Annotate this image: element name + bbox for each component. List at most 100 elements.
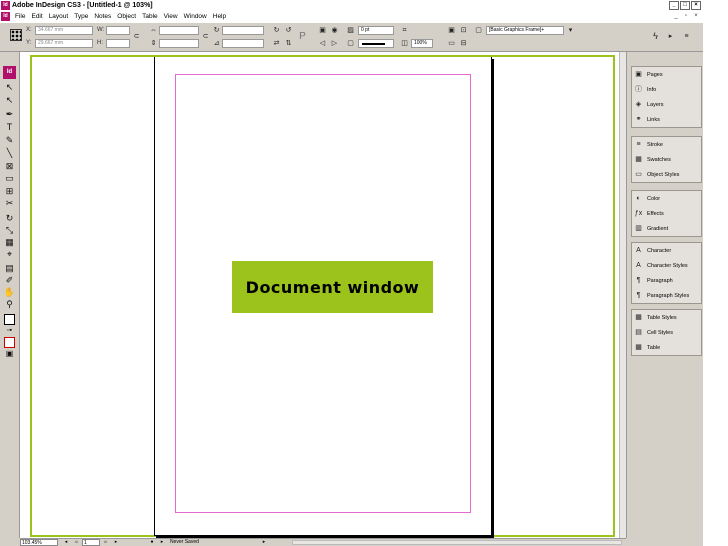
free-transform-tool-icon[interactable]: ⌖ bbox=[3, 249, 16, 260]
menu-window[interactable]: Window bbox=[181, 11, 210, 22]
panel-stroke[interactable]: ≡ Stroke bbox=[632, 137, 701, 152]
panel-links[interactable]: ⚭ Links bbox=[632, 112, 701, 127]
apply-none-icon[interactable] bbox=[4, 337, 15, 348]
panel-table[interactable]: ▦ Table bbox=[632, 340, 701, 355]
constrain-scale-icon[interactable]: ⊂ bbox=[201, 32, 210, 41]
menu-layout[interactable]: Layout bbox=[46, 11, 72, 22]
opacity-field[interactable]: 100% bbox=[411, 39, 433, 48]
note-tool-icon[interactable]: ▤ bbox=[3, 263, 16, 274]
fill-proportionally-icon[interactable]: ⊟ bbox=[459, 39, 468, 48]
scissors-tool-icon[interactable]: ✂ bbox=[3, 198, 16, 209]
menu-object[interactable]: Object bbox=[114, 11, 139, 22]
rotation-field[interactable] bbox=[222, 26, 264, 35]
lightning-icon[interactable]: ϟ bbox=[651, 32, 660, 41]
height-field[interactable] bbox=[106, 39, 130, 48]
flip-horizontal-icon[interactable]: ⇄ bbox=[272, 39, 281, 48]
formatting-toggle-icon[interactable]: ▫▪ bbox=[3, 325, 16, 336]
tools-panel-header[interactable] bbox=[0, 52, 20, 66]
fill-swatch-icon[interactable] bbox=[4, 314, 15, 325]
doc-restore-button[interactable]: ▫ bbox=[682, 12, 690, 20]
doc-close-button[interactable]: × bbox=[692, 12, 700, 20]
panel-swatches[interactable]: ▦ Swatches bbox=[632, 152, 701, 167]
rotate-cw-icon[interactable]: ↻ bbox=[272, 26, 281, 35]
selection-tool-icon[interactable]: ↖ bbox=[3, 82, 16, 93]
panel-pages[interactable]: ▣ Pages bbox=[632, 67, 701, 82]
stroke-type-dropdown[interactable] bbox=[358, 39, 394, 48]
last-page-icon[interactable]: ▸ bbox=[112, 539, 120, 546]
menu-table[interactable]: Table bbox=[139, 11, 161, 22]
gradient-tool-icon[interactable]: ▦ bbox=[3, 237, 16, 248]
status-menu-icon[interactable]: ▸ bbox=[260, 539, 268, 546]
panel-menu-icon[interactable]: ▸ bbox=[666, 32, 675, 41]
rotate-tool-icon[interactable]: ↻ bbox=[3, 213, 16, 224]
panel-options-icon[interactable]: ≡ bbox=[682, 32, 691, 41]
select-next-icon[interactable]: ▷ bbox=[330, 39, 339, 48]
scale-x-field[interactable] bbox=[159, 26, 199, 35]
line-tool-icon[interactable]: ╲ bbox=[3, 148, 16, 159]
reference-point-icon[interactable] bbox=[10, 29, 22, 41]
open-icon[interactable]: ▸ bbox=[158, 539, 166, 546]
document-icon[interactable]: Id bbox=[1, 12, 10, 21]
select-container-icon[interactable]: ▣ bbox=[318, 26, 327, 35]
x-position-field[interactable]: 34.667 mm bbox=[35, 26, 93, 35]
menu-edit[interactable]: Edit bbox=[28, 11, 45, 22]
fit-frame-icon[interactable]: ⊡ bbox=[459, 26, 468, 35]
text-wrap-icon[interactable]: ⌗ bbox=[400, 26, 409, 35]
scale-tool-icon[interactable]: ⤡ bbox=[3, 225, 16, 236]
panel-paragraph-styles[interactable]: ¶ Paragraph Styles bbox=[632, 288, 701, 303]
shear-field[interactable] bbox=[222, 39, 264, 48]
rectangle-tool-icon[interactable]: ▭ bbox=[3, 173, 16, 184]
panel-effects[interactable]: ƒx Effects bbox=[632, 206, 701, 221]
constrain-proportions-icon[interactable]: ⊂ bbox=[132, 32, 141, 41]
panel-info[interactable]: ⓘ Info bbox=[632, 82, 701, 97]
close-button[interactable]: × bbox=[691, 1, 701, 10]
y-position-field[interactable]: 29.667 mm bbox=[35, 39, 93, 48]
panel-color[interactable]: ◐ Color bbox=[632, 191, 701, 206]
center-content-icon[interactable]: ▭ bbox=[447, 39, 456, 48]
zoom-field[interactable]: 103.45% bbox=[20, 539, 58, 546]
object-style-dropdown[interactable]: [Basic Graphics Frame]+ bbox=[486, 26, 564, 35]
button-tool-icon[interactable]: ⊞ bbox=[3, 186, 16, 197]
flip-vertical-icon[interactable]: ⇅ bbox=[284, 39, 293, 48]
fit-content-icon[interactable]: ▣ bbox=[447, 26, 456, 35]
type-tool-icon[interactable]: T bbox=[3, 122, 16, 133]
panel-cell-styles[interactable]: ▤ Cell Styles bbox=[632, 325, 701, 340]
zoom-tool-icon[interactable]: ⚲ bbox=[3, 299, 16, 310]
panel-character[interactable]: A Character bbox=[632, 243, 701, 258]
panel-layers[interactable]: ◈ Layers bbox=[632, 97, 701, 112]
hand-tool-icon[interactable]: ✋ bbox=[3, 287, 16, 298]
width-field[interactable] bbox=[106, 26, 130, 35]
chevron-down-icon[interactable]: ▾ bbox=[566, 26, 575, 35]
pencil-tool-icon[interactable]: ✎ bbox=[3, 135, 16, 146]
menu-notes[interactable]: Notes bbox=[91, 11, 114, 22]
doc-minimize-button[interactable]: _ bbox=[672, 12, 680, 20]
stroke-weight-field[interactable]: 0 pt bbox=[358, 26, 394, 35]
prev-page-icon[interactable]: ◃ bbox=[72, 539, 80, 546]
first-page-icon[interactable]: ◂ bbox=[62, 539, 70, 546]
scale-y-field[interactable] bbox=[159, 39, 199, 48]
vertical-scrollbar[interactable] bbox=[619, 52, 626, 538]
next-page-icon[interactable]: ▹ bbox=[102, 539, 110, 546]
frame-tool-icon[interactable]: ⊠ bbox=[3, 161, 16, 172]
menu-view[interactable]: View bbox=[161, 11, 181, 22]
direct-selection-tool-icon[interactable]: ↖ bbox=[3, 95, 16, 106]
panel-gradient[interactable]: ▥ Gradient bbox=[632, 221, 701, 236]
maximize-button[interactable]: □ bbox=[680, 1, 690, 10]
panel-character-styles[interactable]: A Character Styles bbox=[632, 258, 701, 273]
rotate-ccw-icon[interactable]: ↺ bbox=[284, 26, 293, 35]
page-number-field[interactable]: 1 bbox=[82, 539, 100, 546]
panel-object-styles[interactable]: ▭ Object Styles bbox=[632, 167, 701, 182]
select-content-icon[interactable]: ◉ bbox=[330, 26, 339, 35]
menu-type[interactable]: Type bbox=[71, 11, 91, 22]
horizontal-scrollbar[interactable] bbox=[292, 540, 622, 545]
document-window[interactable]: Document window bbox=[20, 52, 626, 538]
fill-icon[interactable]: ▨ bbox=[346, 26, 355, 35]
stroke-icon[interactable]: ▢ bbox=[346, 39, 355, 48]
panel-table-styles[interactable]: ▦ Table Styles bbox=[632, 310, 701, 325]
menu-file[interactable]: File bbox=[12, 11, 28, 22]
select-previous-icon[interactable]: ◁ bbox=[318, 39, 327, 48]
pen-tool-icon[interactable]: ✒ bbox=[3, 109, 16, 120]
menu-help[interactable]: Help bbox=[210, 11, 229, 22]
panel-paragraph[interactable]: ¶ Paragraph bbox=[632, 273, 701, 288]
eyedropper-tool-icon[interactable]: ✐ bbox=[3, 275, 16, 286]
